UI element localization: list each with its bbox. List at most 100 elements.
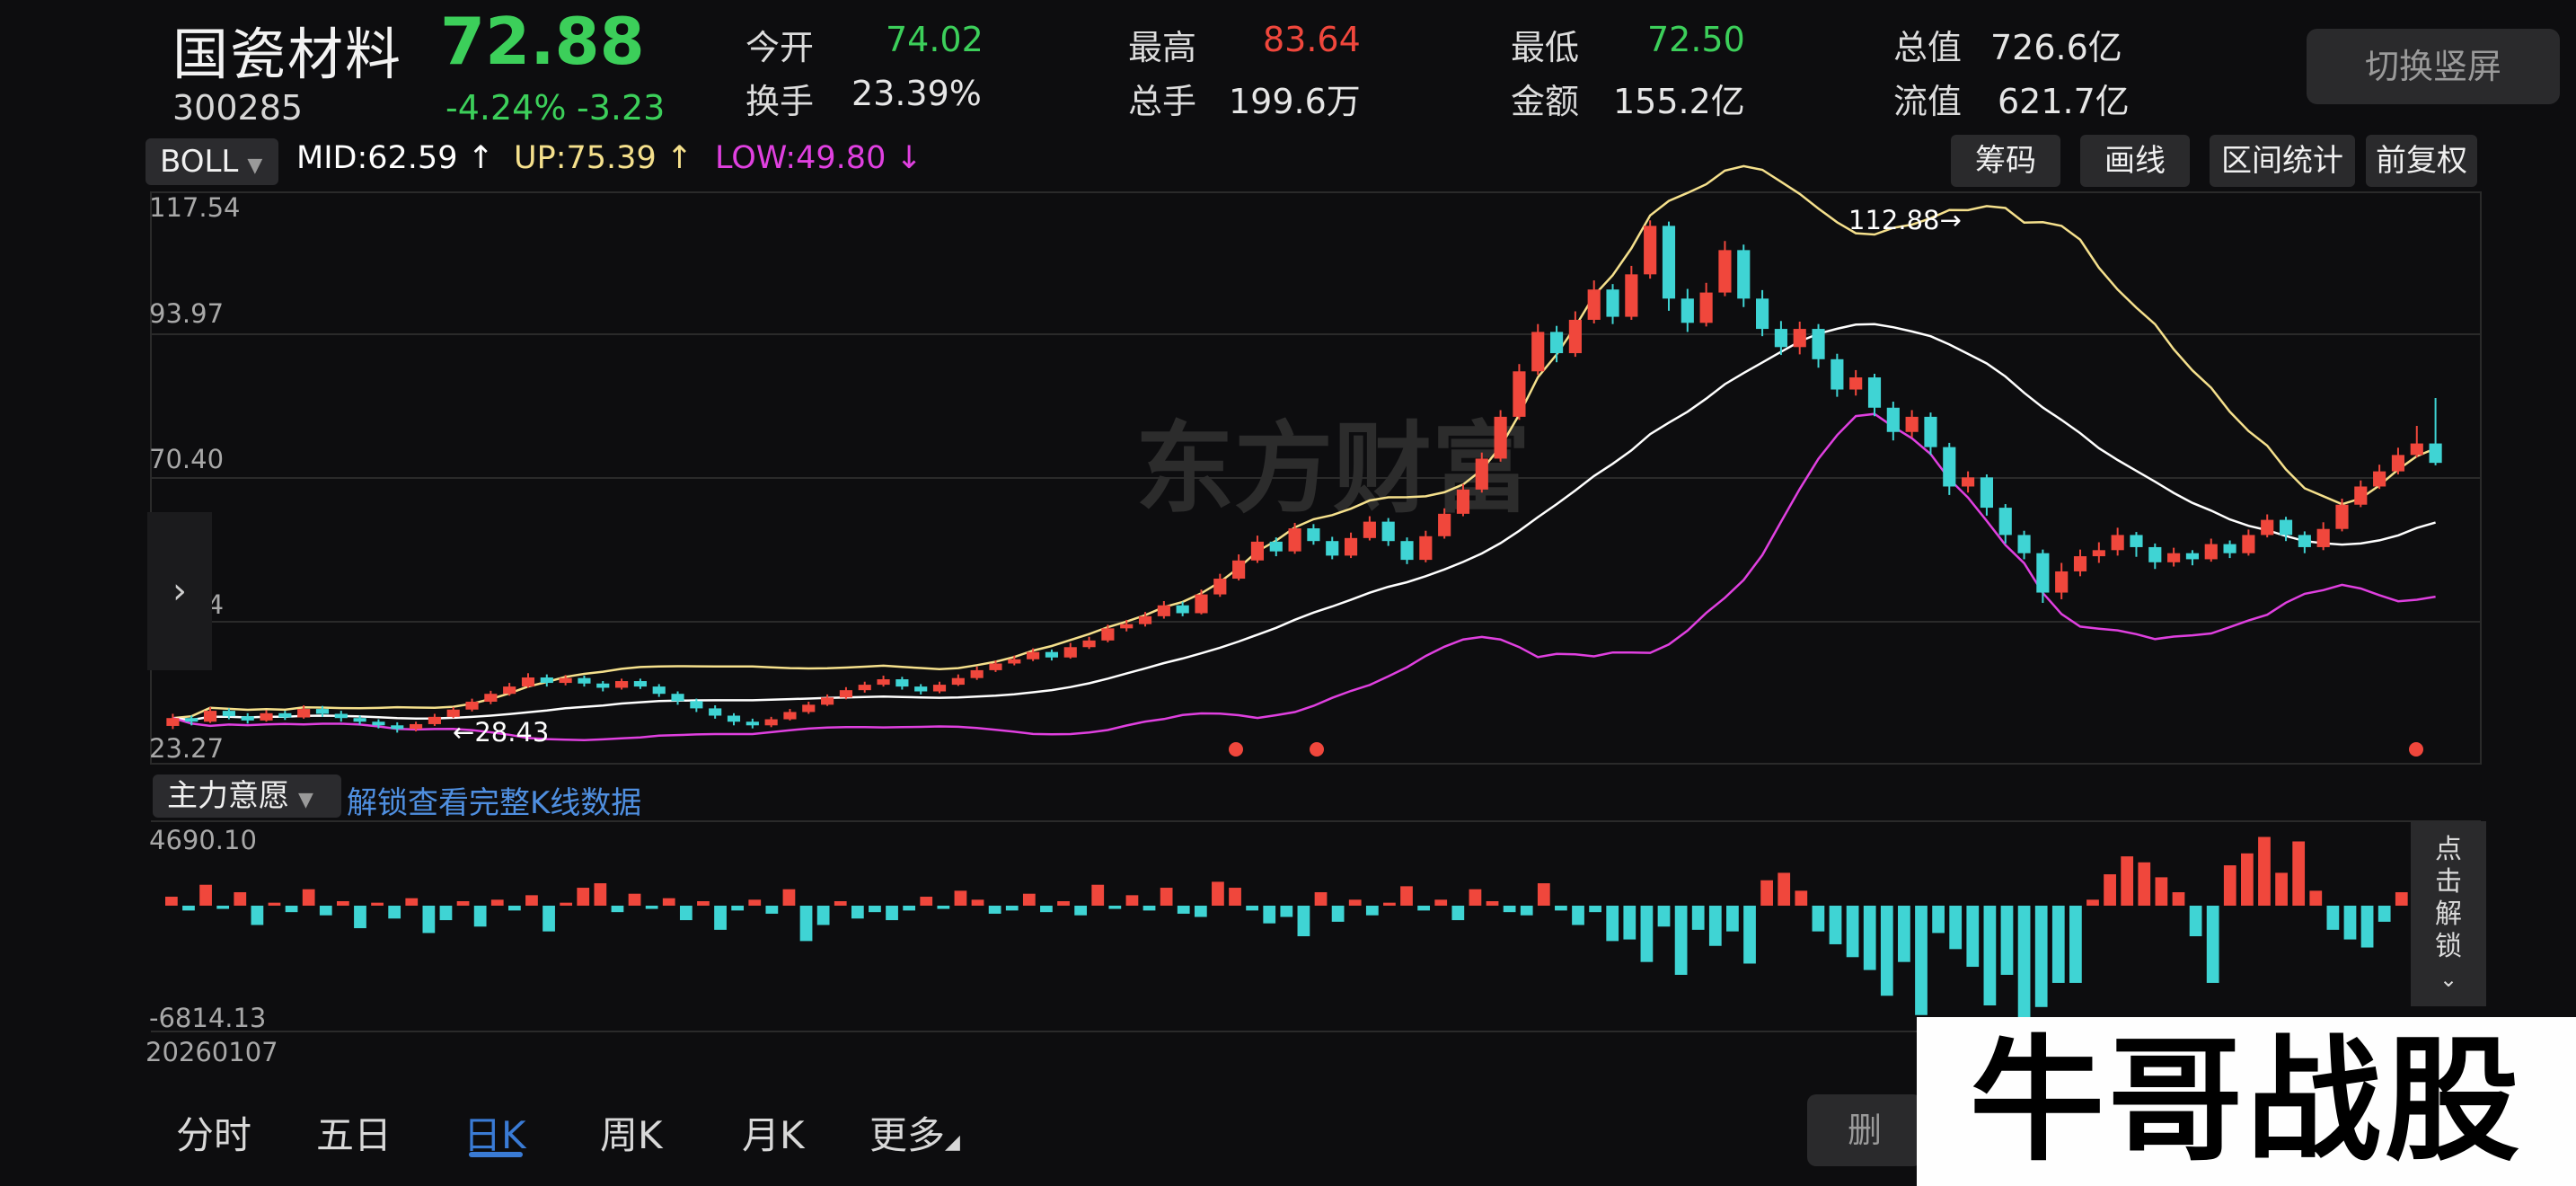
sub-bar bbox=[2309, 890, 2323, 906]
candle bbox=[2130, 535, 2143, 547]
sub-bar bbox=[1074, 906, 1088, 916]
sub-bar bbox=[1057, 901, 1070, 906]
candle bbox=[1831, 358, 1844, 390]
candle bbox=[578, 677, 591, 684]
candle bbox=[2410, 443, 2423, 456]
candle bbox=[2167, 553, 2181, 562]
sub-bar bbox=[903, 906, 916, 911]
sub-bar bbox=[1503, 906, 1516, 913]
candle bbox=[1625, 274, 1638, 317]
sub-bar bbox=[2000, 906, 2014, 975]
sub-bar bbox=[2086, 899, 2099, 906]
candle bbox=[166, 718, 180, 726]
sub-bar bbox=[2275, 872, 2288, 906]
candle bbox=[409, 723, 423, 730]
candle bbox=[671, 694, 684, 702]
candle bbox=[503, 686, 516, 695]
candle bbox=[2111, 535, 2124, 551]
candle bbox=[315, 709, 330, 714]
sub-bar bbox=[1469, 889, 1482, 906]
sub-bar bbox=[1108, 906, 1122, 909]
candle bbox=[428, 716, 441, 724]
candle bbox=[2242, 535, 2255, 553]
tab-more[interactable]: 更多◢ bbox=[869, 1105, 960, 1160]
candle bbox=[1699, 292, 1713, 323]
sub-bar bbox=[199, 884, 212, 906]
sub-bar bbox=[1863, 906, 1876, 970]
sub-bar bbox=[2189, 906, 2202, 937]
sub-bar bbox=[1640, 906, 1654, 962]
sub-bar bbox=[251, 906, 264, 925]
candle bbox=[203, 711, 217, 722]
sub-bar bbox=[371, 902, 384, 906]
sub-indicator-selector[interactable]: 主力意愿 ▼ bbox=[153, 774, 341, 818]
sub-bar bbox=[2051, 906, 2065, 983]
sub-bar bbox=[1331, 906, 1345, 922]
sub-bar bbox=[971, 899, 984, 906]
candle bbox=[1027, 651, 1040, 659]
sub-bar bbox=[1040, 906, 1053, 913]
candle bbox=[2223, 544, 2236, 553]
sub-bar bbox=[1177, 906, 1190, 914]
unlock-side-button[interactable]: 点击解锁 ⌄ bbox=[2411, 821, 2486, 1006]
sub-bar bbox=[2223, 865, 2236, 906]
kline-chart[interactable]: 东方财富 bbox=[0, 0, 2576, 1186]
candle bbox=[1120, 624, 1134, 629]
sub-bar bbox=[1691, 906, 1705, 930]
sub-bar bbox=[1949, 906, 1963, 950]
sub-bar bbox=[645, 906, 658, 909]
sub-bar bbox=[354, 906, 366, 929]
candle bbox=[1456, 489, 1470, 514]
sub-bar bbox=[765, 906, 779, 914]
unlock-kline-link[interactable]: 解锁查看完整K线数据 bbox=[347, 778, 641, 822]
sub-bar bbox=[799, 906, 813, 942]
sub-bar bbox=[2172, 892, 2185, 906]
price-axis-label: 117.54 bbox=[149, 192, 241, 223]
tab-monthly-k[interactable]: 月K bbox=[742, 1105, 805, 1160]
sub-bar bbox=[525, 895, 538, 906]
tab-intraday[interactable]: 分时 bbox=[176, 1105, 251, 1160]
candle bbox=[690, 701, 703, 709]
sub-bar bbox=[182, 906, 195, 911]
candle bbox=[2073, 556, 2087, 571]
sub-bar bbox=[302, 889, 315, 906]
candle bbox=[1195, 594, 1208, 614]
sub-bar bbox=[1434, 899, 1448, 906]
candle bbox=[1718, 250, 1732, 293]
sub-bar bbox=[2343, 906, 2357, 940]
sub-bar bbox=[937, 906, 950, 909]
candle bbox=[1082, 640, 1096, 648]
sub-bar bbox=[268, 902, 281, 906]
tab-weekly-k[interactable]: 周K bbox=[600, 1105, 663, 1160]
more-caret-icon: ◢ bbox=[945, 1131, 960, 1154]
candle bbox=[559, 677, 572, 684]
candle bbox=[1232, 560, 1246, 580]
candle bbox=[727, 715, 741, 722]
price-axis-label: 93.97 bbox=[149, 298, 225, 329]
expand-panel-icon[interactable]: › bbox=[147, 512, 212, 670]
sub-bar bbox=[2378, 906, 2391, 922]
candle bbox=[540, 677, 553, 684]
candle bbox=[1812, 329, 1825, 359]
candle bbox=[2261, 519, 2274, 535]
candle bbox=[989, 663, 1002, 670]
candle bbox=[764, 719, 778, 726]
candle bbox=[2092, 550, 2105, 557]
candle bbox=[1867, 377, 1882, 408]
sub-bar bbox=[662, 898, 675, 906]
sub-axis-min: -6814.13 bbox=[149, 1003, 267, 1033]
candle bbox=[1549, 332, 1564, 354]
sub-bar bbox=[1674, 906, 1688, 975]
signal-dot bbox=[1310, 742, 1324, 757]
candle bbox=[1962, 477, 1975, 487]
candle bbox=[1101, 628, 1115, 641]
sub-bar bbox=[2104, 874, 2116, 906]
watermark-brand: 牛哥战股 bbox=[1917, 1017, 2576, 1186]
candle bbox=[970, 669, 984, 678]
sub-bar bbox=[490, 899, 504, 906]
delete-button[interactable]: 删 bbox=[1807, 1094, 1922, 1166]
candle bbox=[334, 713, 348, 719]
tab-five-day[interactable]: 五日 bbox=[316, 1105, 392, 1160]
sub-bar bbox=[1486, 901, 1499, 906]
sub-bar bbox=[1589, 906, 1601, 913]
